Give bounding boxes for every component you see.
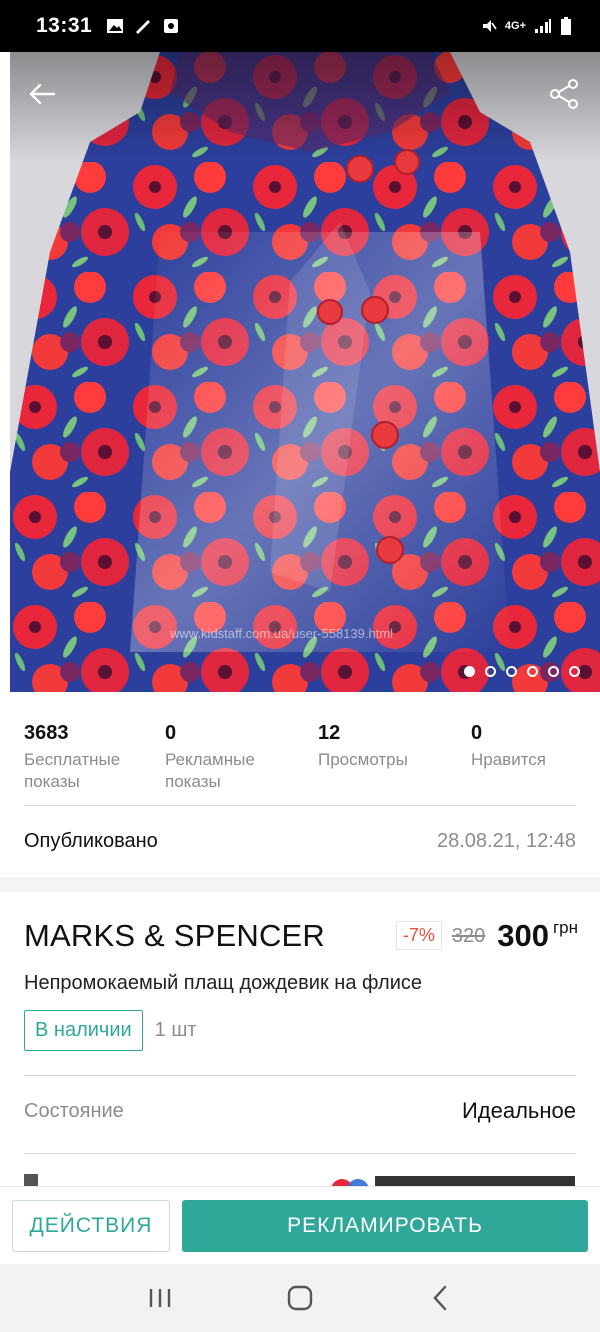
published-label: Опубликовано [24,829,158,852]
product-brand: MARKS & SPENCER [24,918,326,953]
system-icons: 4G+ [481,17,572,35]
condition-label: Состояние [24,1099,124,1122]
discount-badge: -7% [395,921,442,950]
action-bar: ДЕЙСТВИЯ РЕКЛАМИРОВАТЬ [0,1186,600,1264]
divider [24,1075,576,1076]
current-price: 300 [497,918,549,953]
stat-label: Просмотры [318,750,408,769]
product-title: Непромокаемый плащ дождевик на флисе [24,972,422,994]
published-date: 28.08.21, 12:48 [436,829,576,852]
photo-watermark: www.kidstaff.com.ua/user-558139.html [170,626,394,641]
arrow-left-icon [29,83,56,105]
color-label-partial [24,1174,38,1186]
color-value-partial [375,1176,575,1186]
battery-icon [561,17,571,35]
carousel-dot[interactable] [569,666,580,677]
photo-shade [10,52,600,162]
notification-icons [106,18,180,34]
stat-value: 3683 [24,722,69,744]
system-back-button[interactable] [410,1268,470,1328]
recent-apps-icon [149,1289,171,1307]
ad-stats: 3683 Бесплатные показы 0 Рекламные показ… [24,718,576,793]
currency: грн [552,918,578,937]
carousel-dot[interactable] [548,666,559,677]
mute-icon [482,20,497,32]
stat-value: 0 [165,722,177,744]
share-icon [550,79,578,109]
stat-label: Нравится [471,750,547,769]
carousel-dot[interactable] [464,666,475,677]
home-button[interactable] [270,1268,330,1328]
old-price: 320 [451,925,486,947]
stat-label: Рекламные показы [165,750,255,791]
condition-row: Состояние Идеальное [24,1098,576,1124]
home-icon [287,1285,313,1311]
divider [24,805,576,806]
broom-icon [136,20,151,34]
stat-value: 12 [318,722,341,744]
stat-paid-impressions: 0 Рекламные показы [165,718,318,793]
stat-views: 12 Просмотры [318,718,471,793]
stat-value: 0 [471,722,483,744]
app-icon [164,19,179,33]
stat-free-impressions: 3683 Бесплатные показы [24,718,165,793]
actions-button[interactable]: ДЕЙСТВИЯ [12,1199,170,1252]
network-type: 4G+ [504,20,526,32]
status-time: 13:31 [36,14,93,37]
price-block: -7% 320 300 грн [395,918,578,954]
chevron-left-icon [433,1285,447,1311]
divider [24,1153,576,1154]
share-button[interactable] [542,72,586,116]
carousel-dot[interactable] [527,666,538,677]
stock-quantity: 1 шт [154,1019,197,1041]
carousel-dot[interactable] [506,666,517,677]
system-nav-bar [0,1264,600,1332]
recent-apps-button[interactable] [130,1268,190,1328]
gallery-icon [107,19,124,33]
promote-button[interactable]: РЕКЛАМИРОВАТЬ [182,1199,588,1252]
signal-icon [535,19,551,33]
status-bar: 13:31 4G+ [0,0,600,52]
product-photo[interactable]: www.kidstaff.com.ua/user-558139.html [10,52,600,692]
stat-likes: 0 Нравится [471,718,576,793]
back-button[interactable] [20,72,64,116]
carousel-dots [464,666,580,677]
color-swatch-icon [331,1179,369,1186]
color-row-partial [0,1166,600,1186]
condition-value: Идеальное [461,1098,576,1123]
in-stock-badge: В наличии [24,1010,143,1051]
carousel-dot[interactable] [485,666,496,677]
stock-row: В наличии 1 шт [24,1010,197,1051]
section-separator [0,878,600,892]
stat-label: Бесплатные показы [24,750,121,791]
published-row: Опубликовано 28.08.21, 12:48 [24,826,576,856]
